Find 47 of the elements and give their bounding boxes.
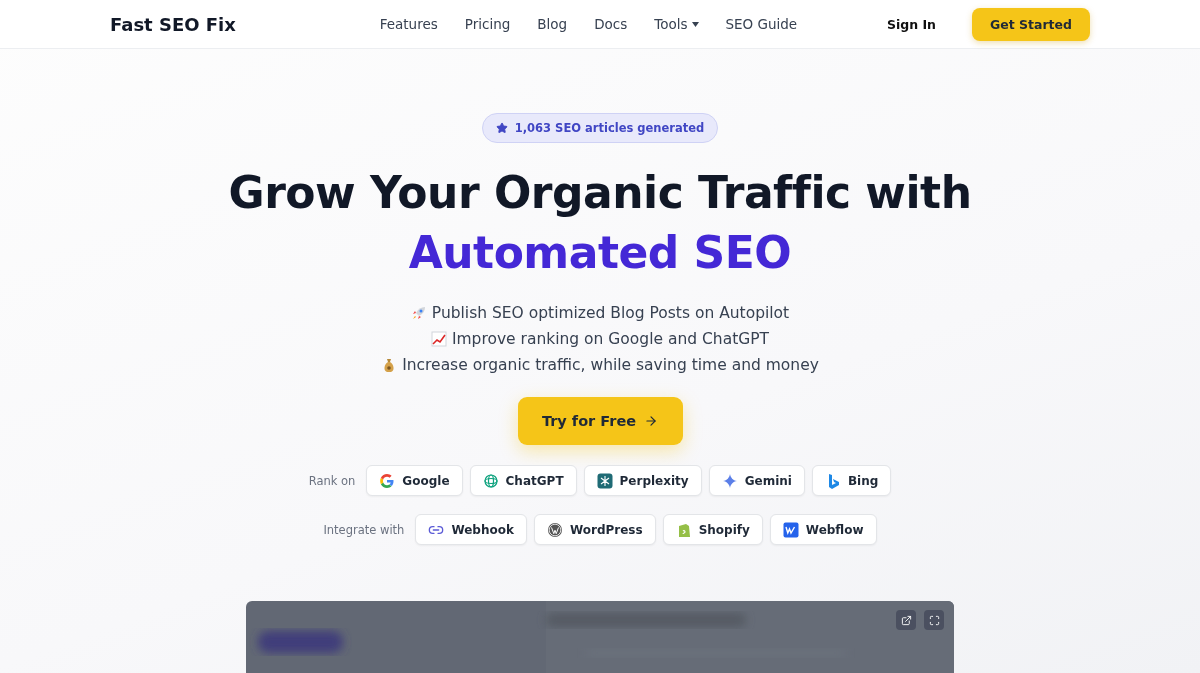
chip-label: Webflow: [805, 522, 864, 537]
chip-label: Shopify: [698, 522, 750, 537]
nav-link[interactable]: Docs: [594, 16, 628, 33]
sign-in-link[interactable]: Sign In: [886, 16, 936, 32]
chip-label: Webhook: [451, 522, 514, 537]
webflow-icon: [782, 521, 799, 538]
chip-label: Bing: [847, 473, 879, 488]
expand-icon: [928, 614, 940, 626]
chip-label: Google: [402, 473, 450, 488]
headline: Grow Your Organic Traffic with Automated SEO: [228, 166, 972, 281]
logo[interactable]: Fast SEO Fix: [110, 13, 360, 35]
nav-link[interactable]: Pricing: [464, 16, 511, 33]
rank-on-label: Rank on: [308, 473, 356, 488]
engine-chip[interactable]: ChatGPT: [469, 465, 577, 497]
engine-chip[interactable]: Bing: [811, 465, 892, 497]
get-started-button[interactable]: Get Started: [971, 7, 1090, 41]
external-link-icon: [900, 614, 912, 626]
integration-chip[interactable]: WordPress: [533, 514, 656, 546]
engine-chip[interactable]: Gemini: [708, 465, 805, 497]
caret-icon: [691, 21, 699, 27]
perplexity-icon: [596, 472, 613, 489]
chip-label: WordPress: [569, 522, 643, 537]
chip-label: Perplexity: [619, 473, 689, 488]
nav-link[interactable]: Features: [379, 16, 438, 33]
engine-chip[interactable]: Perplexity: [583, 465, 702, 497]
chip-label: Gemini: [744, 473, 792, 488]
chart-icon: [430, 331, 447, 348]
nav-link[interactable]: Tools: [654, 16, 699, 33]
chip-label: ChatGPT: [505, 473, 564, 488]
feature-text: Publish SEO optimized Blog Posts on Autopilot: [431, 303, 790, 324]
integrate-label: Integrate with: [323, 522, 405, 537]
badge-text: 1,063 SEO articles generated: [514, 121, 705, 136]
nav-link[interactable]: SEO Guide: [725, 16, 798, 33]
feature-text: Improve ranking on Google and ChatGPT: [451, 329, 770, 350]
integration-chip[interactable]: Webhook: [415, 514, 527, 546]
wordpress-icon: [546, 521, 563, 538]
nav-link[interactable]: Blog: [537, 16, 568, 33]
rocket-icon: [410, 305, 427, 322]
try-free-button[interactable]: Try for Free: [517, 397, 683, 446]
engine-chip[interactable]: Google: [366, 465, 463, 497]
google-icon: [379, 472, 396, 489]
open-external-button[interactable]: [896, 610, 916, 631]
integration-chip[interactable]: Shopify: [662, 514, 763, 546]
fullscreen-button[interactable]: [924, 610, 944, 631]
feature-text: Increase organic traffic, while saving time and money: [402, 355, 819, 376]
integration-chip[interactable]: Webflow: [769, 514, 877, 546]
star-icon: [495, 122, 508, 135]
